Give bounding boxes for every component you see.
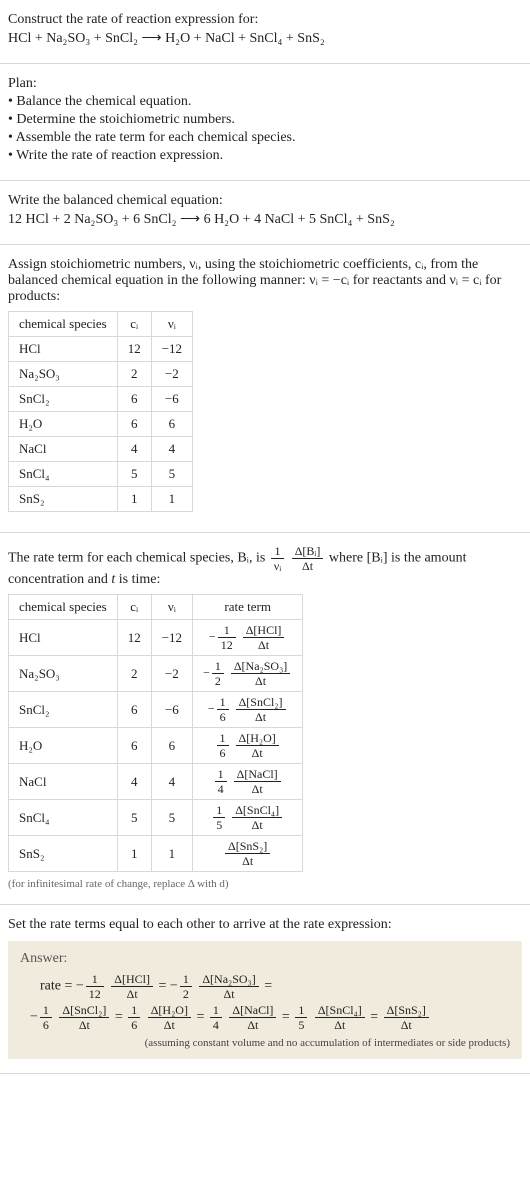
table-row: Na₂SO₃2−2 <box>9 362 193 387</box>
delta-footnote: (for infinitesimal rate of change, repla… <box>8 878 522 890</box>
assumption-note: (assuming constant volume and no accumul… <box>20 1037 510 1049</box>
rate-term-section: The rate term for each chemical species,… <box>0 533 530 905</box>
plan-title: Plan: <box>8 76 522 92</box>
table-row: SnCl₂6−6 −16 Δ[SnCl₂]Δt <box>9 692 303 728</box>
table-row: SnCl₄55 15 Δ[SnCl₄]Δt <box>9 800 303 836</box>
stoich-intro: Assign stoichiometric numbers, νᵢ, using… <box>8 257 522 305</box>
table-row: Na₂SO₃2−2 −12 Δ[Na₂SO₃]Δt <box>9 656 303 692</box>
col-nui: νᵢ <box>151 312 192 337</box>
plan-bullet-3: • Assemble the rate term for each chemic… <box>8 130 522 146</box>
table-row: SnS₂11 Δ[SnS₂]Δt <box>9 836 303 872</box>
plan-section: Plan: • Balance the chemical equation. •… <box>0 64 530 181</box>
frac-1-over-nu: 1νᵢ <box>271 545 284 572</box>
balanced-section: Write the balanced chemical equation: 12… <box>0 181 530 245</box>
col-ci: cᵢ <box>117 312 151 337</box>
stoich-table: chemical species cᵢ νᵢ HCl12−12 Na₂SO₃2−… <box>8 311 193 512</box>
col-species: chemical species <box>9 312 118 337</box>
rate-expression-line-2: −16 Δ[SnCl₂]Δt = 16 Δ[H₂O]Δt = 14 Δ[NaCl… <box>20 1004 510 1031</box>
table-row: SnCl₂6−6 <box>9 387 193 412</box>
answer-label: Answer: <box>20 951 510 967</box>
table-header-row: chemical species cᵢ νᵢ rate term <box>9 595 303 620</box>
table-row: H₂O66 16 Δ[H₂O]Δt <box>9 728 303 764</box>
table-row: HCl12−12 −112 Δ[HCl]Δt <box>9 620 303 656</box>
table-row: NaCl44 <box>9 437 193 462</box>
balanced-equation: 12 HCl + 2 Na₂SO₃ + 6 SnCl₂ ⟶ 6 H₂O + 4 … <box>8 211 522 228</box>
prompt-section: Construct the rate of reaction expressio… <box>0 0 530 64</box>
table-row: SnCl₄55 <box>9 462 193 487</box>
plan-bullet-1: • Balance the chemical equation. <box>8 94 522 110</box>
unbalanced-equation: HCl + Na₂SO₃ + SnCl₂ ⟶ H₂O + NaCl + SnCl… <box>8 30 522 47</box>
table-row: NaCl44 14 Δ[NaCl]Δt <box>9 764 303 800</box>
table-row: SnS₂11 <box>9 487 193 512</box>
col-ci: cᵢ <box>117 595 151 620</box>
final-section: Set the rate terms equal to each other t… <box>0 905 530 1074</box>
col-nui: νᵢ <box>151 595 192 620</box>
col-species: chemical species <box>9 595 118 620</box>
balanced-title: Write the balanced chemical equation: <box>8 193 522 209</box>
final-title: Set the rate terms equal to each other t… <box>8 917 522 933</box>
answer-box: Answer: rate = −112 Δ[HCl]Δt = −12 Δ[Na₂… <box>8 941 522 1059</box>
plan-bullet-2: • Determine the stoichiometric numbers. <box>8 112 522 128</box>
table-header-row: chemical species cᵢ νᵢ <box>9 312 193 337</box>
stoich-section: Assign stoichiometric numbers, νᵢ, using… <box>0 245 530 533</box>
plan-bullet-4: • Write the rate of reaction expression. <box>8 148 522 164</box>
rate-expression-line-1: rate = −112 Δ[HCl]Δt = −12 Δ[Na₂SO₃]Δt = <box>20 973 510 1000</box>
table-row: HCl12−12 <box>9 337 193 362</box>
prompt-line-1: Construct the rate of reaction expressio… <box>8 12 522 28</box>
col-rate-term: rate term <box>193 595 303 620</box>
frac-dbi-dt: Δ[Bᵢ]Δt <box>292 545 324 572</box>
table-row: H₂O66 <box>9 412 193 437</box>
rate-term-intro: The rate term for each chemical species,… <box>8 545 522 588</box>
rate-term-table: chemical species cᵢ νᵢ rate term HCl12−1… <box>8 594 303 872</box>
